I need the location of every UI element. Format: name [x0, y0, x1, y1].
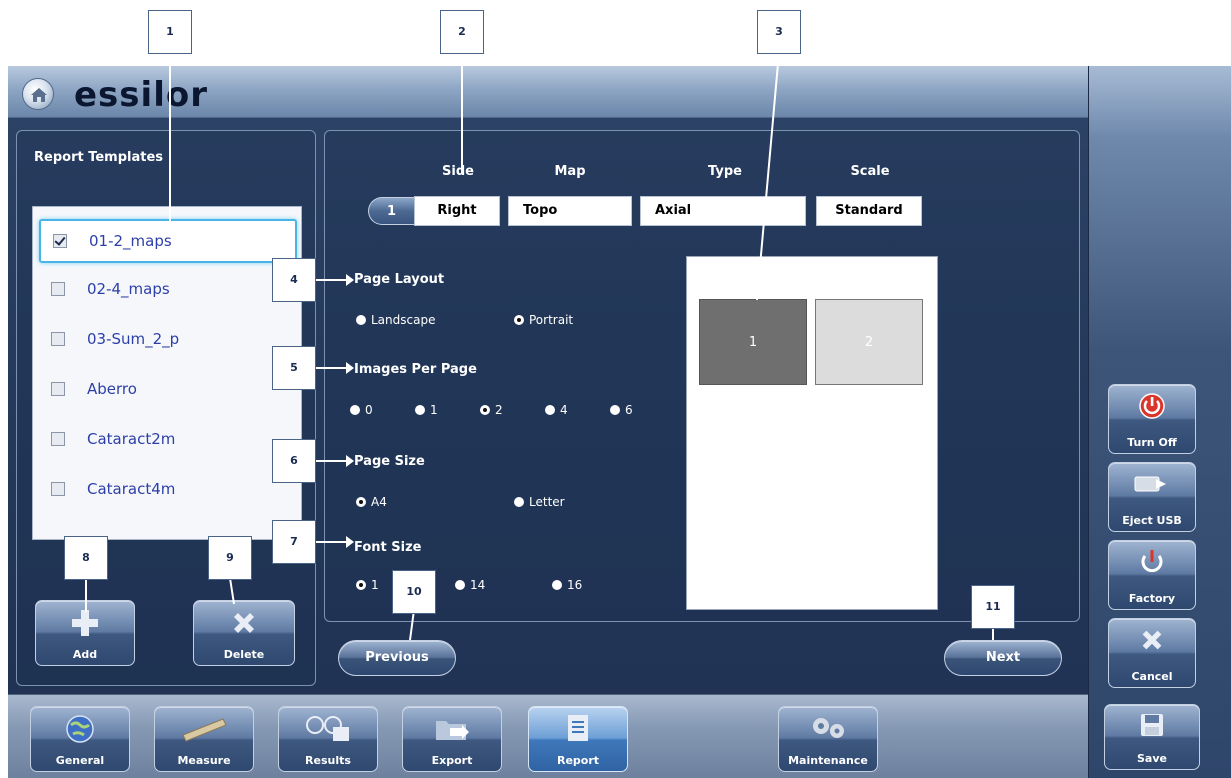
callout-1: 1 [148, 10, 192, 54]
callout-5: 5 [272, 346, 316, 390]
callout-4: 4 [272, 258, 316, 302]
callout-6: 6 [272, 439, 316, 483]
callout-7: 7 [272, 520, 316, 564]
callout-11: 11 [971, 585, 1015, 629]
callout-3: 3 [757, 10, 801, 54]
callout-2: 2 [440, 10, 484, 54]
callout-pointer-lines [85, 51, 994, 641]
callout-9: 9 [208, 536, 252, 580]
callout-8: 8 [64, 536, 108, 580]
callout-10: 10 [392, 570, 436, 614]
